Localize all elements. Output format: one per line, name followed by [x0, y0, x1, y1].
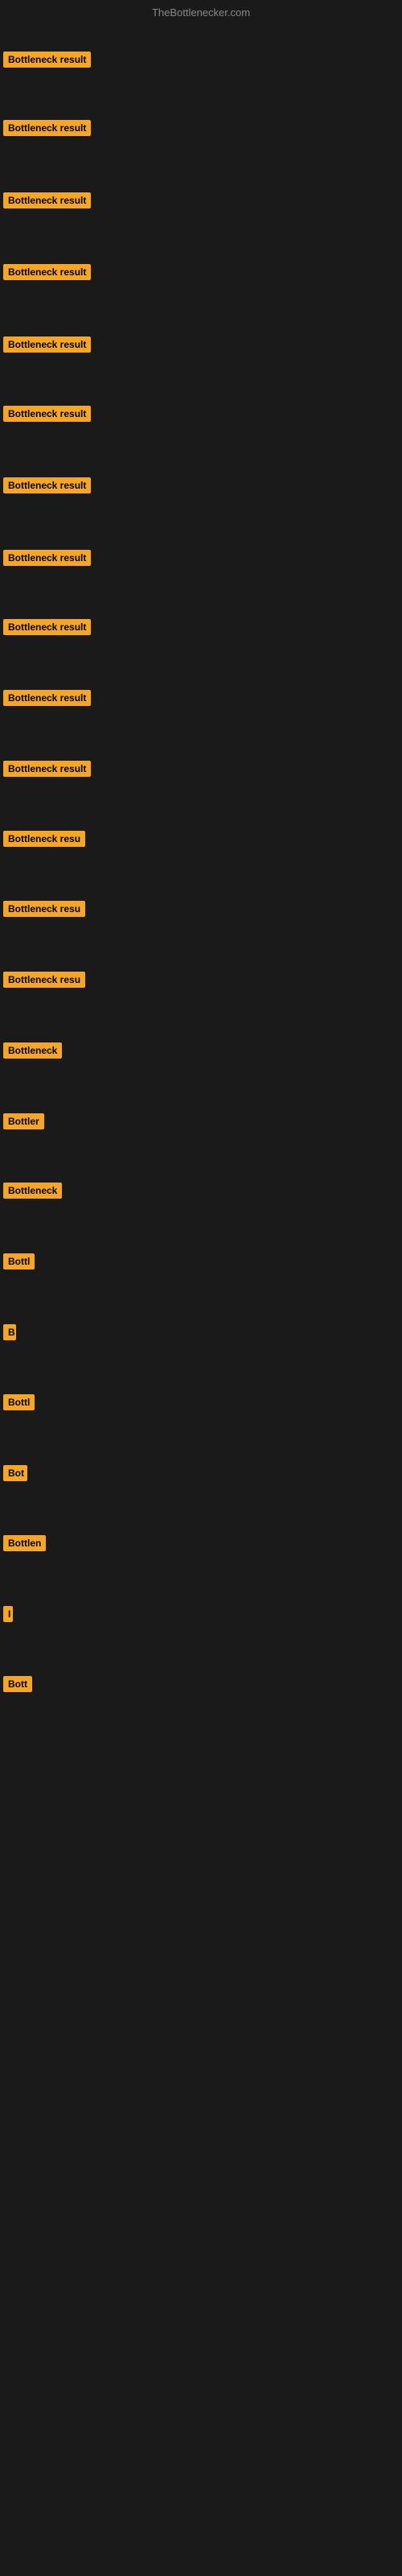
bottleneck-result-item: Bottleneck [3, 1042, 62, 1063]
bottleneck-result-item: Bottleneck result [3, 761, 91, 781]
bottleneck-badge: Bottleneck result [3, 761, 91, 777]
bottleneck-badge: Bottleneck result [3, 192, 91, 208]
bottleneck-result-item: Bottleneck result [3, 619, 91, 639]
bottleneck-result-item: Bottleneck result [3, 52, 91, 72]
bottleneck-badge: B [3, 1324, 16, 1340]
bottleneck-badge: Bottler [3, 1113, 44, 1129]
bottleneck-badge: Bottlen [3, 1535, 46, 1551]
bottleneck-result-item: Bottleneck result [3, 264, 91, 284]
bottleneck-result-item: Bottleneck result [3, 550, 91, 570]
bottleneck-badge: Bottl [3, 1253, 35, 1269]
bottleneck-badge: Bottleneck [3, 1183, 62, 1199]
bottleneck-result-item: B [3, 1324, 16, 1344]
site-title: TheBottlenecker.com [152, 6, 250, 19]
bottleneck-result-item: Bottl [3, 1253, 35, 1274]
bottleneck-badge: Bot [3, 1465, 27, 1481]
bottleneck-badge: Bottleneck result [3, 336, 91, 353]
site-header: TheBottlenecker.com [0, 0, 402, 22]
bottleneck-result-item: Bottlen [3, 1535, 46, 1555]
bottleneck-result-item: I [3, 1606, 13, 1626]
bottleneck-badge: I [3, 1606, 13, 1622]
bottleneck-result-item: Bottleneck resu [3, 831, 85, 851]
bottleneck-badge: Bottleneck result [3, 550, 91, 566]
bottleneck-result-item: Bot [3, 1465, 27, 1485]
bottleneck-result-item: Bottleneck resu [3, 901, 85, 921]
bottleneck-result-item: Bottleneck result [3, 406, 91, 426]
bottleneck-result-item: Bottleneck result [3, 120, 91, 140]
bottleneck-badge: Bottleneck resu [3, 901, 85, 917]
bottleneck-badge: Bottleneck result [3, 477, 91, 493]
bottleneck-badge: Bottleneck result [3, 52, 91, 68]
bottleneck-badge: Bottleneck result [3, 690, 91, 706]
bottleneck-result-item: Bottl [3, 1394, 35, 1414]
bottleneck-result-item: Bottleneck result [3, 690, 91, 710]
bottleneck-badge: Bottleneck result [3, 120, 91, 136]
bottleneck-badge: Bottleneck result [3, 619, 91, 635]
bottleneck-badge: Bottl [3, 1394, 35, 1410]
bottleneck-result-item: Bottleneck result [3, 192, 91, 213]
bottleneck-result-item: Bottleneck result [3, 477, 91, 497]
bottleneck-badge: Bottleneck result [3, 264, 91, 280]
bottleneck-result-item: Bottleneck resu [3, 972, 85, 992]
bottleneck-result-item: Bottler [3, 1113, 44, 1133]
bottleneck-badge: Bottleneck result [3, 406, 91, 422]
bottleneck-badge: Bottleneck resu [3, 831, 85, 847]
bottleneck-badge: Bott [3, 1676, 32, 1692]
bottleneck-result-item: Bott [3, 1676, 32, 1696]
bottleneck-badge: Bottleneck [3, 1042, 62, 1059]
bottleneck-result-item: Bottleneck result [3, 336, 91, 357]
bottleneck-result-item: Bottleneck [3, 1183, 62, 1203]
bottleneck-badge: Bottleneck resu [3, 972, 85, 988]
